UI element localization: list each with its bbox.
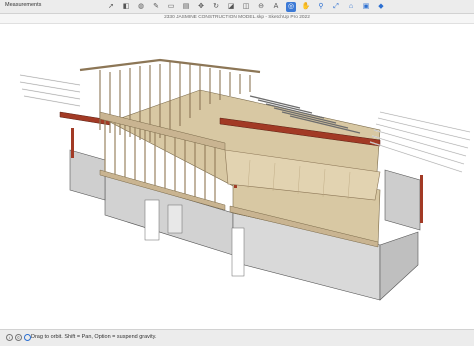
floor-joist-outlines: [369, 111, 471, 173]
title-bar: 2330 JASMINE CONSTRUCTION MODEL.skp - Sk…: [0, 14, 474, 24]
measurements-label: Measurements: [5, 2, 42, 8]
toolbar: Measurements ➚ ◧ ◍ ✎ ▭ ▤ ✥ ↻ ◪ ◫ ⊖ A ◎ ✋ ⚲ ⤢ ⌂ ▣ ◆: [0, 0, 474, 14]
steel-column: [71, 128, 74, 158]
scale-icon[interactable]: ◪: [226, 2, 236, 12]
select-arrow-icon[interactable]: ➚: [106, 2, 116, 12]
move-icon[interactable]: ✥: [196, 2, 206, 12]
info-icon[interactable]: i: [6, 334, 13, 341]
credits-icon[interactable]: ©: [15, 334, 22, 341]
offset-icon[interactable]: ◫: [241, 2, 251, 12]
pan-hand-icon[interactable]: ✋: [301, 2, 311, 12]
orbit-icon[interactable]: ◎: [286, 2, 296, 12]
eraser-icon[interactable]: ◧: [121, 2, 131, 12]
window-title: 2330 JASMINE CONSTRUCTION MODEL.skp - Sk…: [164, 15, 310, 20]
zoom-icon[interactable]: ⚲: [316, 2, 326, 12]
foundation-opening: [231, 227, 245, 277]
steel-column: [420, 175, 423, 223]
status-message: Drag to orbit. Shift = Pan, Option = sus…: [31, 334, 157, 340]
zoom-extents-icon[interactable]: ⤢: [331, 2, 341, 12]
tool-palette: ➚ ◧ ◍ ✎ ▭ ▤ ✥ ↻ ◪ ◫ ⊖ A ◎ ✋ ⚲ ⤢ ⌂ ▣ ◆: [106, 2, 391, 12]
foundation-opening: [144, 199, 160, 241]
rotate-icon[interactable]: ↻: [211, 2, 221, 12]
status-bar: i © Drag to orbit. Shift = Pan, Option =…: [0, 329, 474, 346]
pencil-icon[interactable]: ✎: [151, 2, 161, 12]
building-model: [19, 58, 471, 301]
user-icon[interactable]: [24, 334, 31, 341]
push-pull-icon[interactable]: ▤: [181, 2, 191, 12]
rectangle-icon[interactable]: ▭: [166, 2, 176, 12]
foundation-pier-right: [384, 169, 421, 231]
section-plane-icon[interactable]: ◆: [376, 2, 386, 12]
foundation-wall-right: [379, 231, 419, 301]
warehouse-icon[interactable]: ⌂: [346, 2, 356, 12]
text-icon[interactable]: A: [271, 2, 281, 12]
foundation-opening: [167, 204, 183, 234]
paint-bucket-icon[interactable]: ◍: [136, 2, 146, 12]
extension-icon[interactable]: ▣: [361, 2, 371, 12]
tape-measure-icon[interactable]: ⊖: [256, 2, 266, 12]
model-viewport[interactable]: [0, 24, 474, 329]
